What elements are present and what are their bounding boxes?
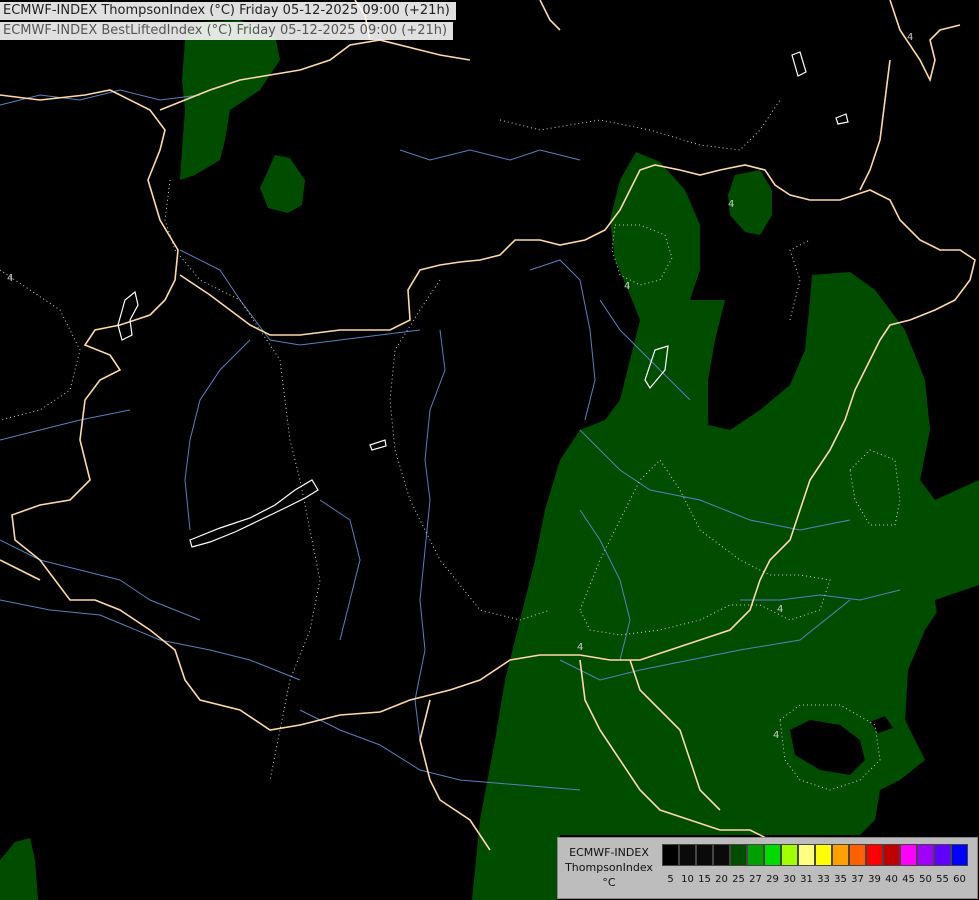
legend-tick-label: 10 (681, 874, 694, 885)
legend-tick-label: 5 (667, 874, 674, 885)
weather-map: 4 4 4 4 4 4 4 ECMWF-INDEX ThompsonIndex … (0, 0, 979, 900)
lake-balaton (189, 479, 319, 548)
field-area-sw-corner (0, 838, 38, 900)
legend-swatch (917, 844, 934, 866)
legend-tick-label: 25 (732, 874, 745, 885)
legend-swatch (866, 844, 883, 866)
color-legend: ECMWF-INDEX ThompsonIndex °C 5 10 15 20 25 27… (557, 837, 978, 899)
legend-unit: °C (602, 876, 616, 889)
legend-tick-label: 31 (800, 874, 813, 885)
legend-swatch (764, 844, 781, 866)
legend-swatches (662, 844, 968, 866)
lake-neusiedl (117, 290, 139, 341)
legend-tick-label: 30 (783, 874, 796, 885)
field-area-nw-top (180, 20, 280, 180)
legend-swatch (832, 844, 849, 866)
legend-tick-label: 50 (919, 874, 932, 885)
legend-swatch (662, 844, 679, 866)
legend-tick-label: 40 (885, 874, 898, 885)
lake-small-1 (369, 439, 387, 451)
legend-swatch (883, 844, 900, 866)
legend-tick-label: 15 (698, 874, 711, 885)
legend-swatch (815, 844, 832, 866)
legend-swatch (730, 844, 747, 866)
legend-model: ECMWF-INDEX (569, 846, 649, 859)
contour-label: 4 (777, 604, 783, 615)
legend-swatch (747, 844, 764, 866)
legend-tick-label: 45 (902, 874, 915, 885)
contour-label: 4 (7, 273, 13, 284)
legend-tick-label: 39 (868, 874, 881, 885)
field-hole-e (935, 585, 979, 700)
legend-swatch (798, 844, 815, 866)
legend-swatch (679, 844, 696, 866)
legend-swatch (951, 844, 968, 866)
map-title-thompson: ECMWF-INDEX ThompsonIndex (°C) Friday 05… (0, 2, 456, 20)
legend-title: ECMWF-INDEX ThompsonIndex °C (560, 845, 658, 890)
legend-tick-label: 29 (766, 874, 779, 885)
contour-label: 4 (728, 199, 734, 210)
contour-label: 4 (773, 730, 779, 741)
contour-label: 4 (577, 642, 583, 653)
map-title-bestlifted: ECMWF-INDEX BestLiftedIndex (°C) Friday … (0, 22, 454, 40)
lake-small-4 (835, 113, 849, 125)
legend-swatch (713, 844, 730, 866)
legend-swatch (696, 844, 713, 866)
legend-swatch (781, 844, 798, 866)
contour-label: 4 (907, 32, 913, 43)
map-canvas: 4 4 4 4 4 4 4 (0, 0, 979, 900)
field-area-ne-blob (728, 170, 772, 235)
legend-tick-label: 35 (834, 874, 847, 885)
legend-swatch (900, 844, 917, 866)
thompson-field-areas (0, 20, 979, 900)
field-area-nw-small (260, 155, 305, 213)
legend-parameter: ThompsonIndex (565, 861, 653, 874)
legend-tick-label: 60 (953, 874, 966, 885)
legend-tick-label: 55 (936, 874, 949, 885)
legend-tick-label: 37 (851, 874, 864, 885)
legend-tick-label: 27 (749, 874, 762, 885)
contour-label: 4 (624, 281, 630, 292)
legend-swatch (934, 844, 951, 866)
legend-ticks: 5 10 15 20 25 27 29 30 31 33 35 37 39 40 45 50 55 60 (662, 874, 968, 885)
legend-tick-label: 20 (715, 874, 728, 885)
lake-small-3 (791, 51, 807, 77)
legend-swatch (849, 844, 866, 866)
legend-tick-label: 33 (817, 874, 830, 885)
